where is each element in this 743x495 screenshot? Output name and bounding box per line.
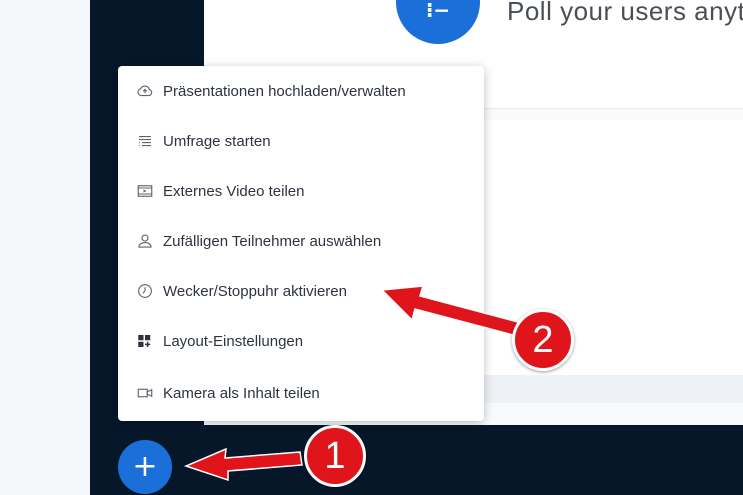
annotation-arrow-1 [183, 447, 303, 482]
annotation-badge-2: 2 [512, 309, 574, 371]
annotation-arrow-2 [380, 285, 519, 336]
annotation-badge-1: 1 [304, 425, 366, 487]
annotation-arrows [183, 285, 519, 482]
